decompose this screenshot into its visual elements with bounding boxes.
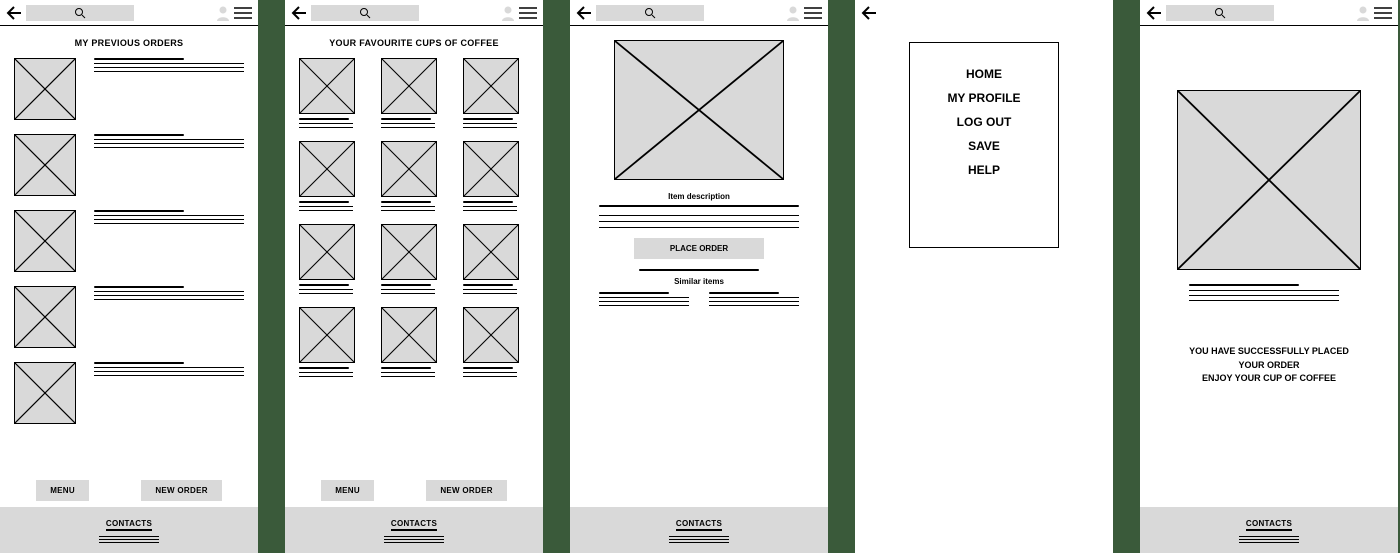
confirmation-image (1177, 90, 1361, 270)
grid-item[interactable] (463, 224, 529, 297)
back-icon[interactable] (861, 6, 877, 20)
footer: CONTACTS (0, 507, 258, 553)
hamburger-icon[interactable] (234, 7, 252, 19)
grid-item[interactable] (299, 141, 365, 214)
menu-button[interactable]: MENU (321, 480, 374, 501)
image-placeholder (14, 58, 76, 120)
similar-item[interactable] (709, 292, 799, 309)
topbar (1140, 0, 1398, 26)
order-row[interactable] (14, 134, 244, 196)
topbar (0, 0, 258, 26)
footer: CONTACTS (570, 507, 828, 553)
image-placeholder (14, 210, 76, 272)
grid-item[interactable] (299, 307, 365, 380)
image-placeholder (14, 286, 76, 348)
image-placeholder (463, 307, 519, 363)
page-title: MY PREVIOUS ORDERS (14, 38, 244, 48)
hamburger-icon[interactable] (519, 7, 537, 19)
back-icon[interactable] (1146, 6, 1162, 20)
grid-item[interactable] (299, 58, 365, 131)
back-icon[interactable] (6, 6, 22, 20)
avatar-icon[interactable] (216, 5, 230, 21)
image-placeholder (299, 224, 355, 280)
footer-contacts[interactable]: CONTACTS (676, 519, 722, 531)
image-placeholder (381, 307, 437, 363)
new-order-button[interactable]: NEW ORDER (426, 480, 506, 501)
footer-contacts[interactable]: CONTACTS (1246, 519, 1292, 531)
back-icon[interactable] (291, 6, 307, 20)
grid-item[interactable] (463, 141, 529, 214)
screen-previous-orders: MY PREVIOUS ORDERS MENU (0, 0, 258, 553)
screen-favourites: YOUR FAVOURITE CUPS OF COFFEE MENU NEW O… (285, 0, 543, 553)
back-icon[interactable] (576, 6, 592, 20)
hamburger-icon[interactable] (804, 7, 822, 19)
page-title: YOUR FAVOURITE CUPS OF COFFEE (299, 38, 529, 48)
avatar-icon[interactable] (501, 5, 515, 21)
image-placeholder (463, 141, 519, 197)
grid-item[interactable] (381, 307, 447, 380)
image-placeholder (381, 224, 437, 280)
image-placeholder (463, 58, 519, 114)
new-order-button[interactable]: NEW ORDER (141, 480, 221, 501)
item-description-heading: Item description (584, 192, 814, 201)
menu-item-save[interactable]: SAVE (910, 139, 1058, 153)
footer: CONTACTS (285, 507, 543, 553)
menu-button[interactable]: MENU (36, 480, 89, 501)
menu-item-profile[interactable]: MY PROFILE (910, 91, 1058, 105)
screen-confirmation: YOU HAVE SUCCESSFULLY PLACED YOUR ORDER … (1140, 0, 1398, 553)
image-placeholder (299, 58, 355, 114)
image-placeholder (14, 362, 76, 424)
order-row[interactable] (14, 58, 244, 120)
menu-item-help[interactable]: HELP (910, 163, 1058, 177)
image-placeholder (299, 141, 355, 197)
search-input[interactable] (26, 5, 134, 21)
footer-contacts[interactable]: CONTACTS (106, 519, 152, 531)
grid-item[interactable] (299, 224, 365, 297)
footer-contacts[interactable]: CONTACTS (391, 519, 437, 531)
grid-item[interactable] (381, 141, 447, 214)
order-row[interactable] (14, 286, 244, 348)
image-placeholder (463, 224, 519, 280)
image-placeholder (381, 58, 437, 114)
topbar (855, 0, 1113, 26)
screen-menu: HOME MY PROFILE LOG OUT SAVE HELP (855, 0, 1113, 553)
avatar-icon[interactable] (786, 5, 800, 21)
similar-items-heading: Similar items (584, 277, 814, 286)
search-input[interactable] (1166, 5, 1274, 21)
grid-item[interactable] (463, 307, 529, 380)
search-input[interactable] (311, 5, 419, 21)
menu-item-logout[interactable]: LOG OUT (910, 115, 1058, 129)
grid-item[interactable] (463, 58, 529, 131)
avatar-icon[interactable] (1356, 5, 1370, 21)
similar-item[interactable] (599, 292, 689, 309)
footer: CONTACTS (1140, 507, 1398, 553)
image-placeholder (381, 141, 437, 197)
image-placeholder (299, 307, 355, 363)
menu-item-home[interactable]: HOME (910, 67, 1058, 81)
item-image (614, 40, 784, 180)
hamburger-icon[interactable] (1374, 7, 1392, 19)
topbar (285, 0, 543, 26)
confirmation-message: YOU HAVE SUCCESSFULLY PLACED YOUR ORDER … (1154, 345, 1384, 386)
search-input[interactable] (596, 5, 704, 21)
screen-item-detail: Item description PLACE ORDER Similar ite… (570, 0, 828, 553)
grid-item[interactable] (381, 58, 447, 131)
order-row[interactable] (14, 362, 244, 424)
grid-item[interactable] (381, 224, 447, 297)
place-order-button[interactable]: PLACE ORDER (634, 238, 764, 259)
image-placeholder (14, 134, 76, 196)
menu-panel: HOME MY PROFILE LOG OUT SAVE HELP (909, 42, 1059, 248)
order-row[interactable] (14, 210, 244, 272)
topbar (570, 0, 828, 26)
